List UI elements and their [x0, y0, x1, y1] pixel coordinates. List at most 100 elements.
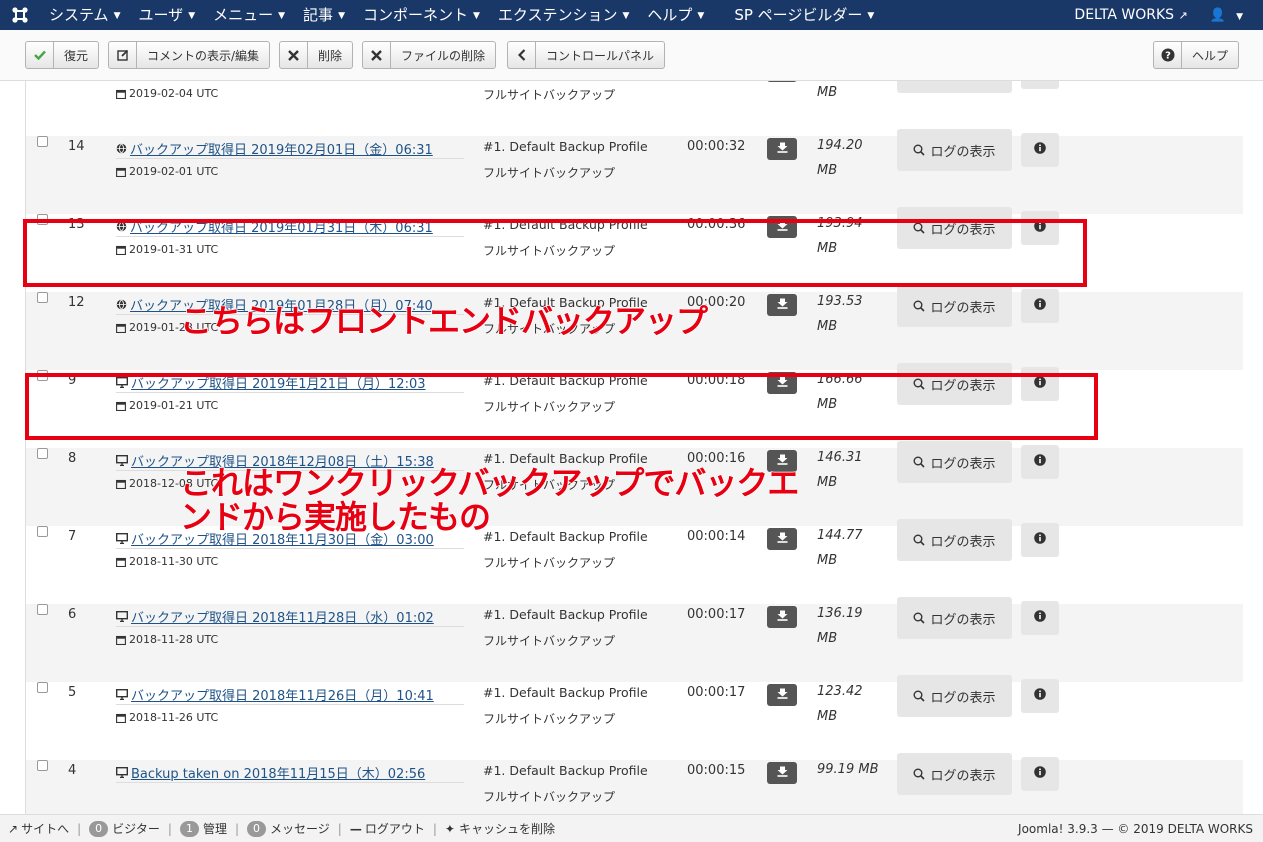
view-log-button[interactable]: ログの表示 — [897, 441, 1012, 483]
table-row: 4 Backup taken on 2018年11月15日（木）02:56 #1. … — [26, 753, 1243, 814]
nav-menu-item[interactable]: コンポーネント ▼ — [354, 0, 489, 31]
view-log-button[interactable]: ログの表示 — [897, 129, 1012, 171]
info-button[interactable] — [1021, 445, 1059, 479]
row-checkbox[interactable] — [37, 526, 48, 537]
search-icon — [913, 456, 926, 468]
backup-size: 99.19 MB — [817, 762, 879, 777]
nav-menu-item[interactable]: システム ▼ — [40, 0, 129, 31]
admins-status[interactable]: 1 管理 — [172, 820, 235, 837]
joomla-logo-icon[interactable] — [0, 0, 40, 30]
table-row: 6 バックアップ取得日 2018年11月28日（水）01:02 2018-11-28… — [26, 597, 1243, 682]
row-checkbox[interactable] — [37, 682, 48, 693]
backup-id: 7 — [68, 529, 77, 544]
view-log-button[interactable]: ログの表示 — [897, 81, 1012, 93]
globe-icon — [116, 143, 127, 154]
search-icon — [913, 534, 926, 546]
globe-icon — [116, 299, 127, 310]
view-log-button[interactable]: ログの表示 — [897, 285, 1012, 327]
info-button[interactable] — [1021, 81, 1059, 89]
caret-down-icon: ▼ — [278, 10, 286, 21]
messages-count-badge: 0 — [247, 820, 266, 837]
info-button[interactable] — [1021, 601, 1059, 635]
row-checkbox[interactable] — [37, 760, 48, 771]
calendar-icon — [116, 557, 126, 567]
frontend-annotation: こちらはフロントエンドバックアップ — [179, 302, 709, 340]
download-icon — [777, 688, 788, 703]
user-menu[interactable]: 👤 ▼ — [1200, 8, 1263, 23]
backup-profile: #1. Default Backup Profile — [483, 529, 648, 544]
info-icon — [1034, 766, 1046, 782]
caret-down-icon: ▼ — [338, 10, 345, 21]
site-link[interactable]: DELTA WORKS ↗ — [1062, 7, 1199, 23]
nav-menu-item[interactable]: エクステンション ▼ — [489, 0, 638, 31]
backup-duration: 00:00:17 — [687, 685, 746, 700]
nav-menu-item[interactable]: ユーザ ▼ — [129, 0, 204, 31]
help-button[interactable]: ? ヘルプ — [1153, 41, 1240, 69]
download-icon — [777, 610, 788, 625]
info-icon — [1034, 688, 1046, 704]
delete-button[interactable]: 削除 — [279, 41, 354, 69]
admins-count-badge: 1 — [179, 820, 199, 837]
backup-duration: 00:00:14 — [687, 529, 746, 544]
backup-title-link[interactable]: Backup taken on 2018年11月15日（木）02:56 — [116, 763, 425, 782]
view-log-button[interactable]: ログの表示 — [897, 597, 1012, 639]
view-log-button[interactable]: ログの表示 — [897, 675, 1012, 717]
info-button[interactable] — [1021, 757, 1059, 791]
calendar-icon — [116, 635, 126, 645]
messages-status[interactable]: 0 メッセージ — [239, 820, 338, 837]
info-button[interactable] — [1021, 289, 1059, 323]
logout-link[interactable]: — ログアウト — [342, 820, 433, 837]
edit-comment-button[interactable]: コメントの表示/編集 — [108, 41, 271, 69]
download-button[interactable] — [767, 294, 797, 316]
backup-title-link[interactable]: バックアップ取得日 2019年02月01日（金）06:31 — [116, 139, 433, 158]
backup-profile: #1. Default Backup Profile — [483, 607, 648, 622]
view-site-link[interactable]: ↗ サイトへ — [0, 820, 77, 837]
caret-down-icon: ▼ — [622, 10, 630, 21]
backup-type: フルサイトバックアップ — [483, 790, 616, 804]
calendar-icon — [116, 167, 126, 177]
restore-button[interactable]: 復元 — [25, 41, 100, 69]
info-button[interactable] — [1021, 523, 1059, 557]
download-button[interactable] — [767, 762, 797, 784]
backup-id: 14 — [68, 139, 85, 154]
backup-size: 193.53 MB — [817, 294, 863, 334]
clear-cache-link[interactable]: ✦ キャッシュを削除 — [437, 820, 563, 837]
backup-size: 136.19 MB — [817, 606, 863, 646]
backup-date: 2018-11-30 UTC — [116, 555, 218, 568]
nav-menu-item[interactable]: ヘルプ ▼ — [638, 0, 713, 31]
visitors-status[interactable]: 0 ビジター — [81, 820, 168, 837]
row-checkbox[interactable] — [37, 604, 48, 615]
nav-menu-item[interactable]: SP ページビルダー ▼ — [725, 0, 883, 31]
title-separator — [116, 548, 464, 549]
view-log-button[interactable]: ログの表示 — [897, 519, 1012, 561]
download-button[interactable] — [767, 81, 797, 82]
row-checkbox[interactable] — [37, 292, 48, 303]
info-button[interactable] — [1021, 133, 1059, 167]
backup-type: フルサイトバックアップ — [483, 712, 616, 726]
calendar-icon — [116, 479, 126, 489]
download-button[interactable] — [767, 606, 797, 628]
download-button[interactable] — [767, 684, 797, 706]
info-button[interactable] — [1021, 679, 1059, 713]
download-button[interactable] — [767, 528, 797, 550]
search-icon — [913, 300, 926, 312]
download-button[interactable] — [767, 138, 797, 160]
backup-duration: 00:00:15 — [687, 763, 746, 778]
backup-title-link[interactable]: バックアップ取得日 2018年11月28日（水）01:02 — [116, 607, 434, 626]
view-log-button[interactable]: ログの表示 — [897, 753, 1012, 795]
nav-menu-item[interactable]: 記事 ▼ — [294, 0, 354, 31]
row-checkbox[interactable] — [37, 136, 48, 147]
nav-menu-item[interactable]: メニュー ▼ — [204, 0, 294, 31]
control-panel-button[interactable]: コントロールパネル — [507, 41, 666, 69]
monitor-icon — [116, 611, 128, 622]
broom-icon: ✦ — [444, 821, 455, 836]
visitors-count-badge: 0 — [89, 820, 109, 837]
backup-date: 2018-11-26 UTC — [116, 711, 218, 724]
question-icon: ? — [1154, 42, 1182, 68]
chevron-down-icon: ▼ — [1236, 11, 1243, 22]
backup-id: 4 — [68, 763, 77, 778]
backup-title-link[interactable]: バックアップ取得日 2018年11月26日（月）10:41 — [116, 685, 434, 704]
row-checkbox[interactable] — [37, 448, 48, 459]
delete-files-button[interactable]: ファイルの削除 — [362, 41, 497, 69]
caret-down-icon: ▼ — [473, 10, 480, 21]
